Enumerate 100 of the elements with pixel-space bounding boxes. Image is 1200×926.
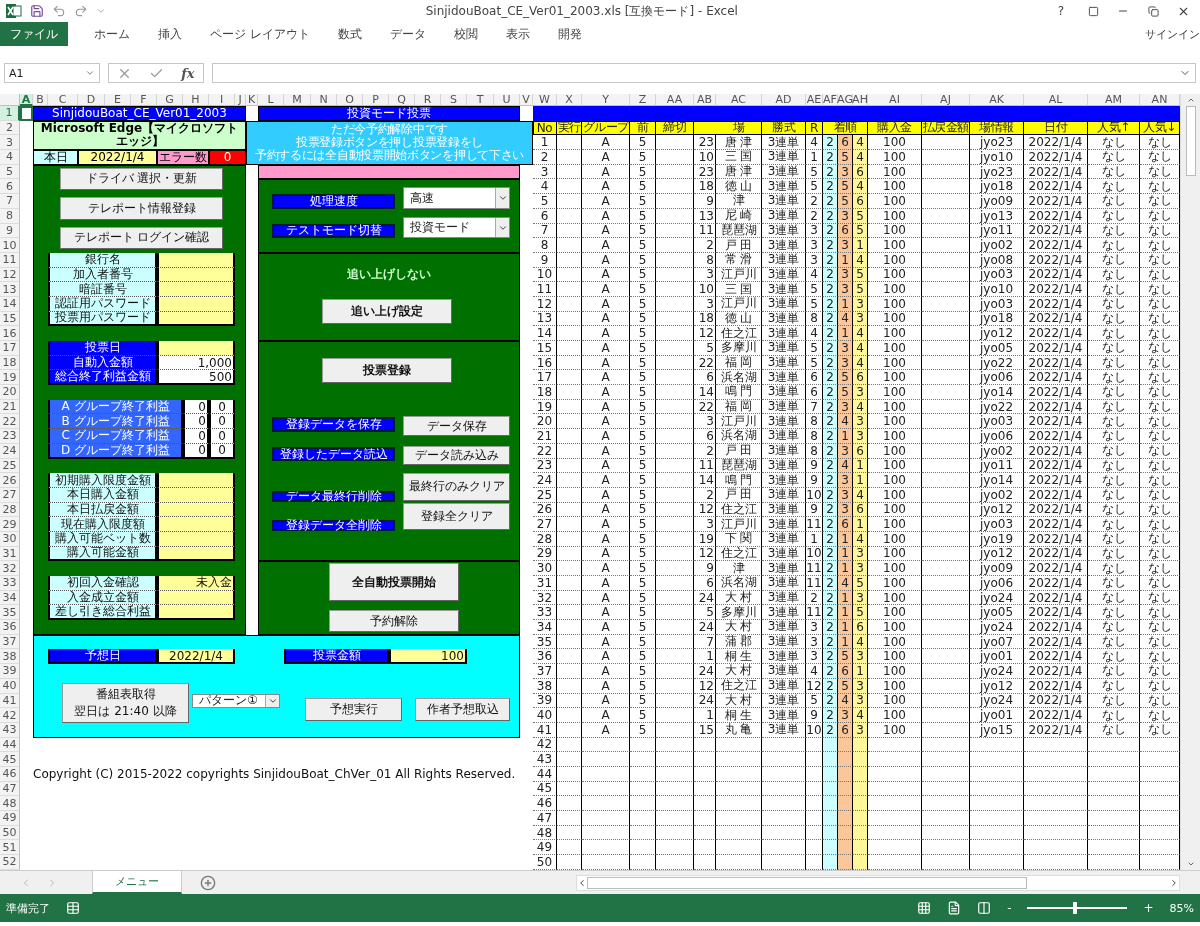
column-header[interactable]: G — [157, 94, 183, 106]
start-button[interactable]: 全自動投票開始 — [329, 563, 459, 602]
sign-in-link[interactable]: サインイン — [1145, 26, 1200, 42]
name-box[interactable]: A1 — [4, 63, 100, 83]
row-header[interactable]: 49 — [0, 811, 20, 826]
redo-icon[interactable] — [74, 4, 88, 18]
column-header[interactable]: A — [20, 94, 33, 106]
action-button[interactable]: テレポート ログイン確認 — [60, 226, 223, 249]
row-header[interactable]: 22 — [0, 414, 20, 430]
row-header[interactable]: 42 — [0, 708, 20, 723]
zoom-slider-thumb[interactable] — [1073, 902, 1078, 915]
row-header[interactable]: 16 — [0, 326, 20, 341]
horizontal-scrollbar[interactable] — [576, 874, 1180, 891]
row-header[interactable]: 10 — [0, 238, 20, 253]
row-header[interactable]: 3 — [0, 135, 20, 151]
ribbon-tab[interactable]: ページ レイアウト — [196, 22, 324, 46]
setting-value[interactable] — [157, 341, 235, 356]
column-header[interactable]: AG — [838, 94, 853, 106]
column-header[interactable]: AJ — [922, 94, 970, 106]
column-header[interactable]: AB — [694, 94, 716, 106]
column-header[interactable]: Q — [389, 94, 415, 106]
zoom-level[interactable]: 85% — [1169, 901, 1194, 915]
column-header[interactable]: E — [105, 94, 131, 106]
import-button[interactable]: 作者予想取込 — [415, 697, 510, 721]
action-button[interactable]: 登録全クリア — [403, 502, 510, 530]
row-header[interactable]: 36 — [0, 620, 20, 635]
ribbon-tab[interactable]: ホーム — [80, 22, 144, 46]
scroll-left-icon[interactable] — [577, 877, 587, 888]
action-button[interactable]: 最終行のみクリア — [403, 473, 510, 501]
scroll-thumb[interactable] — [587, 876, 1027, 889]
ribbon-tab[interactable]: 開発 — [543, 22, 596, 46]
scroll-up-icon[interactable] — [1186, 96, 1195, 104]
zoom-in-button[interactable]: + — [1143, 901, 1154, 916]
scroll-thumb[interactable] — [1185, 106, 1196, 176]
column-header[interactable]: Y — [582, 94, 630, 106]
ribbon-tab[interactable]: データ — [375, 22, 440, 46]
action-button[interactable]: ドライバ 選択・更新 — [60, 167, 223, 191]
insert-function-button[interactable]: fx — [181, 65, 195, 81]
row-header[interactable]: 4 — [0, 150, 20, 165]
ribbon-tab[interactable]: 挿入 — [144, 22, 196, 46]
cancel-reservation-button[interactable]: 予約解除 — [329, 610, 459, 632]
column-header[interactable]: X — [557, 94, 582, 106]
select-field[interactable]: 高速 — [403, 187, 510, 209]
select-field[interactable]: 投資モード — [403, 216, 510, 239]
input-field[interactable] — [157, 282, 235, 297]
predict-button[interactable]: 予想実行 — [305, 697, 402, 721]
row-header[interactable]: 17 — [0, 341, 20, 356]
column-header[interactable]: AF — [823, 94, 838, 106]
page-break-icon[interactable] — [977, 901, 992, 916]
column-header[interactable]: AM — [1088, 94, 1140, 106]
column-header[interactable]: L — [258, 94, 284, 106]
scroll-right-icon[interactable] — [1169, 877, 1179, 888]
column-header[interactable]: M — [284, 94, 311, 106]
row-header[interactable]: 20 — [0, 385, 20, 400]
column-header[interactable]: T — [467, 94, 494, 106]
column-header[interactable]: I — [209, 94, 235, 106]
add-sheet-icon[interactable] — [200, 874, 216, 891]
row-header[interactable]: 1 — [0, 106, 20, 121]
row-header[interactable]: 6 — [0, 179, 20, 195]
restore-icon[interactable] — [1147, 5, 1159, 17]
column-header[interactable]: AC — [716, 94, 762, 106]
column-header[interactable]: W — [533, 94, 557, 106]
normal-view-icon[interactable] — [917, 901, 932, 916]
vertical-scrollbar[interactable] — [1180, 94, 1200, 871]
row-header[interactable]: 39 — [0, 664, 20, 679]
column-header[interactable]: AA — [656, 94, 694, 106]
formula-input[interactable] — [212, 63, 1196, 83]
row-header[interactable]: 23 — [0, 429, 20, 444]
row-header[interactable]: 26 — [0, 473, 20, 488]
column-header[interactable]: C — [48, 94, 78, 106]
row-header[interactable]: 33 — [0, 576, 20, 591]
row-header[interactable]: 51 — [0, 840, 20, 856]
row-header[interactable]: 7 — [0, 194, 20, 209]
ribbon-tab[interactable]: 校閲 — [439, 22, 492, 46]
column-header[interactable]: AN — [1140, 94, 1180, 106]
column-header[interactable]: H — [183, 94, 209, 106]
column-header[interactable]: N — [311, 94, 337, 106]
column-header[interactable]: U — [494, 94, 520, 106]
undo-icon[interactable] — [52, 4, 66, 18]
column-header[interactable]: K — [246, 94, 258, 106]
ribbon-tab[interactable]: 表示 — [491, 22, 544, 46]
zoom-out-button[interactable]: - — [1007, 901, 1012, 916]
column-header[interactable]: P — [363, 94, 389, 106]
row-header[interactable]: 19 — [0, 370, 20, 386]
row-header[interactable]: 38 — [0, 649, 20, 665]
page-layout-icon[interactable] — [947, 901, 962, 916]
row-header[interactable]: 45 — [0, 752, 20, 767]
column-header[interactable]: AE — [806, 94, 823, 106]
column-header[interactable]: R — [415, 94, 441, 106]
ribbon-tab[interactable]: ファイル — [0, 22, 68, 46]
sheet-tab[interactable]: メニュー — [92, 871, 182, 895]
column-header[interactable]: D — [78, 94, 105, 106]
column-header[interactable]: AL — [1024, 94, 1088, 106]
action-button[interactable]: データ読み込み — [403, 445, 510, 466]
column-header[interactable]: S — [441, 94, 467, 106]
setting-value[interactable]: 500 — [157, 370, 235, 386]
row-header[interactable]: 48 — [0, 796, 20, 811]
column-header[interactable]: V — [520, 94, 533, 106]
column-header[interactable]: F — [131, 94, 157, 106]
chase-settings-button[interactable]: 追い上げ設定 — [322, 298, 452, 325]
